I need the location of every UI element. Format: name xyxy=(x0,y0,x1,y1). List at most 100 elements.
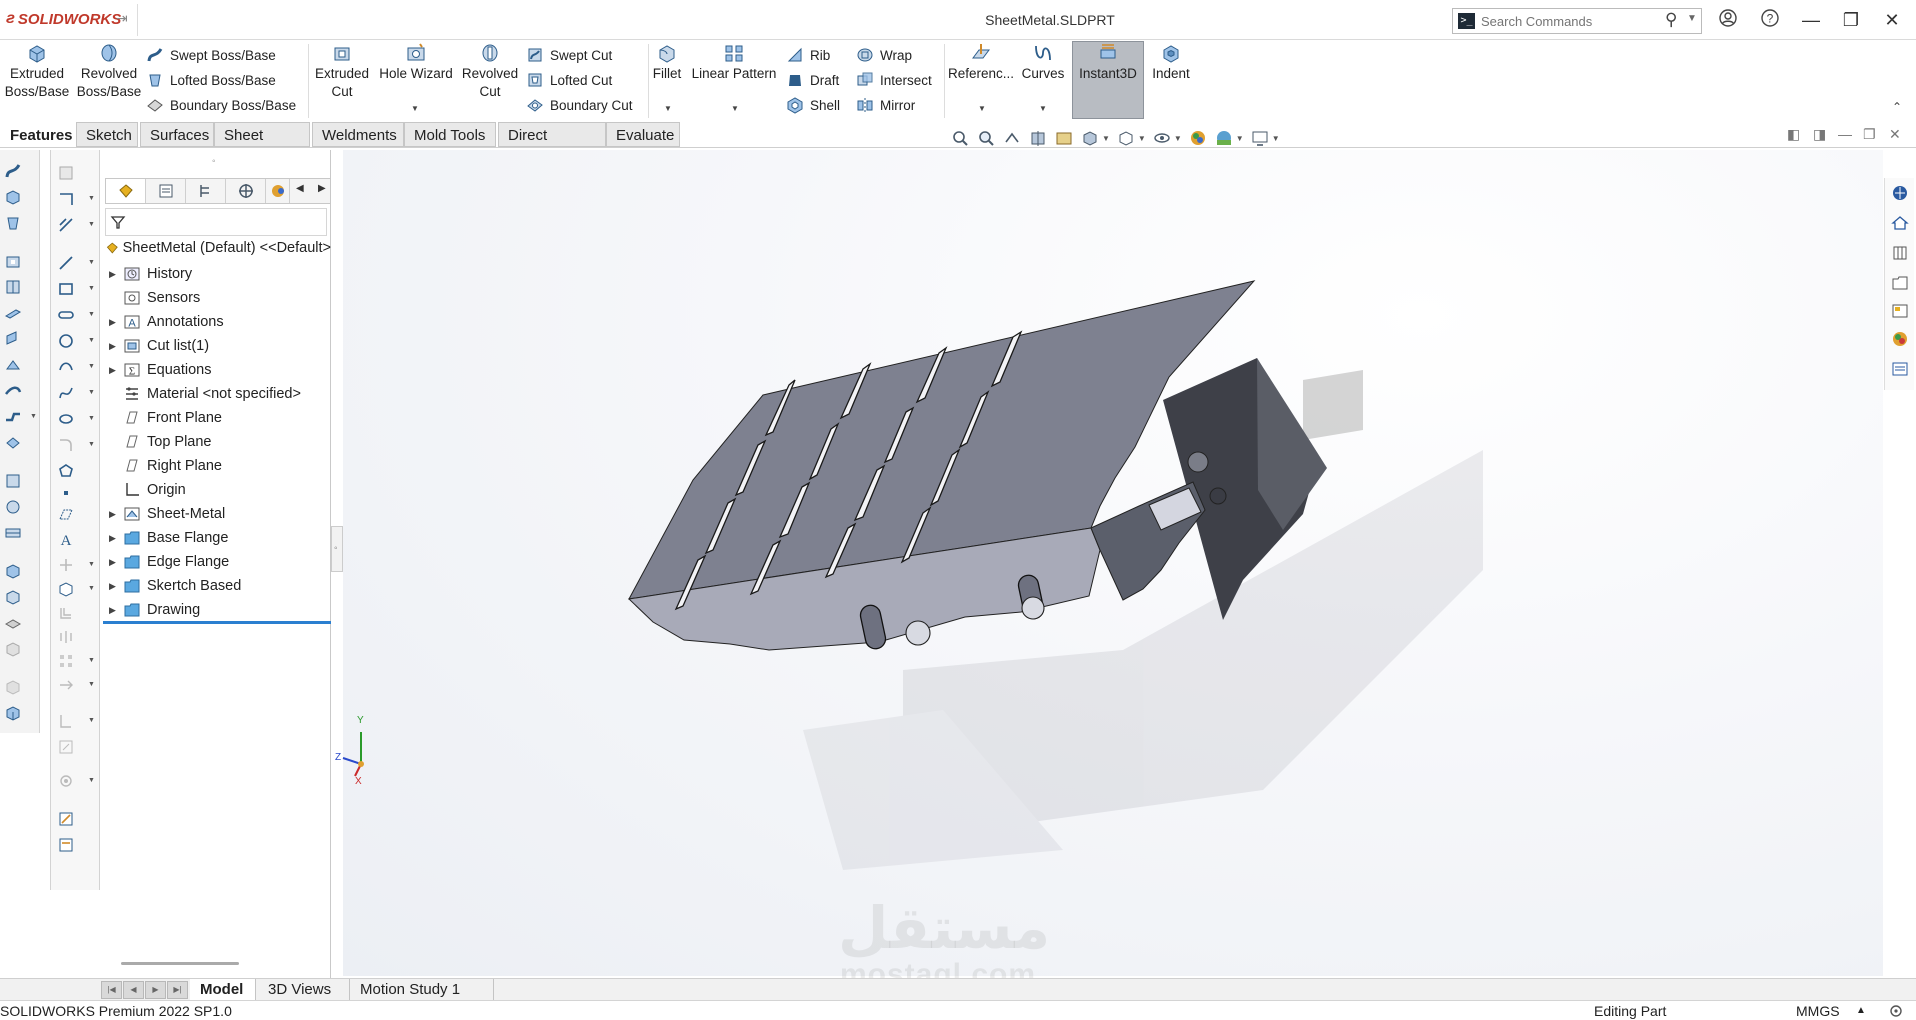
mirror-button[interactable]: Mirror xyxy=(856,93,915,117)
tree-item-material[interactable]: Material <not specified> xyxy=(109,383,301,405)
tab-motion-study-1[interactable]: Motion Study 1 xyxy=(350,979,494,1001)
restore-window-button[interactable]: ❐ xyxy=(1838,8,1864,32)
chevron-down-icon[interactable]: ▼ xyxy=(1272,134,1280,143)
point-icon[interactable] xyxy=(57,484,75,502)
boundary-boss-base-button[interactable]: Boundary Boss/Base xyxy=(146,93,296,117)
tile-right-icon[interactable]: ◨ xyxy=(1813,126,1826,143)
search-input[interactable] xyxy=(1481,12,1651,30)
linear-pattern-button[interactable]: Linear Pattern xyxy=(690,42,778,83)
chevron-down-icon[interactable]: ▼ xyxy=(88,777,95,784)
display-style-icon[interactable] xyxy=(1116,128,1136,148)
tab-mold-tools[interactable]: Mold Tools xyxy=(404,122,496,147)
sheet-metal-model[interactable] xyxy=(343,150,1883,976)
rectangle-icon[interactable] xyxy=(57,280,75,298)
tab-displaymanager[interactable] xyxy=(266,179,290,203)
extruded-cut-icon[interactable] xyxy=(4,252,22,270)
revolved-cut-icon[interactable] xyxy=(4,278,22,296)
tab-weldments[interactable]: Weldments xyxy=(312,122,404,147)
revolved-cut-button[interactable]: Revolved Cut xyxy=(460,42,520,101)
tree-item-sketch-based[interactable]: ▶ Skertch Based xyxy=(109,575,241,597)
chevron-down-icon[interactable]: ▼ xyxy=(88,311,95,318)
chevron-down-icon[interactable]: ▼ xyxy=(88,657,95,664)
reference-geometry-button[interactable]: Referenc... xyxy=(948,42,1014,83)
instant3d-button[interactable]: Instant3D xyxy=(1073,42,1143,83)
chevron-down-icon[interactable]: ▼ xyxy=(1174,134,1182,143)
chevron-down-icon[interactable]: ▼ xyxy=(1687,13,1697,24)
expand-arrow-icon[interactable]: ▶ xyxy=(109,269,123,280)
tab-direct-editing[interactable]: Direct Editing xyxy=(498,122,606,169)
chevron-down-icon[interactable]: ▼ xyxy=(88,195,95,202)
tree-item-equations[interactable]: ▶ Σ Equations xyxy=(109,359,212,381)
wrap-button[interactable]: Wrap xyxy=(856,43,912,67)
tab-model[interactable]: Model xyxy=(190,979,256,1001)
expand-arrow-icon[interactable]: ▶ xyxy=(109,317,123,328)
chevron-down-icon[interactable]: ▼ xyxy=(88,441,95,448)
chevron-down-icon[interactable]: ▼ xyxy=(88,585,95,592)
shell-button[interactable]: Shell xyxy=(786,93,840,117)
move-entities-icon[interactable] xyxy=(57,676,75,694)
curves-dropdown[interactable]: ▼ xyxy=(1039,104,1047,113)
insert-bends-icon[interactable] xyxy=(4,614,22,632)
close-window-button[interactable]: ✕ xyxy=(1879,8,1905,32)
plane-icon[interactable] xyxy=(57,506,75,524)
expand-arrow-icon[interactable]: ▶ xyxy=(109,365,123,376)
help-icon[interactable]: ? xyxy=(1757,8,1783,32)
tree-item-top-plane[interactable]: Top Plane xyxy=(109,431,212,453)
quick-snaps-icon[interactable] xyxy=(57,772,75,790)
edit-appearance-icon[interactable] xyxy=(1188,128,1208,148)
hole-wizard-button[interactable]: Hole Wizard xyxy=(376,42,456,83)
scroll-tabs-left-icon[interactable]: ◀ xyxy=(296,183,304,194)
home-icon[interactable] xyxy=(1891,214,1909,232)
tree-item-origin[interactable]: Origin xyxy=(109,479,186,501)
fillet-button[interactable]: Fillet xyxy=(652,42,682,83)
tree-item-sheet-metal[interactable]: ▶ Sheet-Metal xyxy=(109,503,225,525)
apply-scene-icon[interactable] xyxy=(1214,128,1234,148)
tab-features[interactable]: Features xyxy=(0,122,74,147)
revolved-boss-base-button[interactable]: Revolved Boss/Base xyxy=(76,42,142,101)
chevron-down-icon[interactable]: ▼ xyxy=(88,681,95,688)
lofted-boss-icon[interactable] xyxy=(4,214,22,232)
tree-item-annotations[interactable]: ▶ A Annotations xyxy=(109,311,224,333)
display-relations-icon[interactable] xyxy=(57,712,75,730)
ellipse-icon[interactable] xyxy=(57,410,75,428)
tab-evaluate[interactable]: Evaluate xyxy=(606,122,680,147)
fold-icon[interactable] xyxy=(4,498,22,516)
appearances-icon[interactable] xyxy=(1891,330,1909,348)
search-commands-box[interactable]: >_ ⚲ ▼ xyxy=(1452,8,1702,34)
miter-flange-icon[interactable] xyxy=(4,356,22,374)
collapse-ribbon-icon[interactable]: ⌃ xyxy=(1892,100,1902,114)
reference-dropdown[interactable]: ▼ xyxy=(978,104,986,113)
tree-item-edge-flange[interactable]: ▶ Edge Flange xyxy=(109,551,229,573)
chevron-down-icon[interactable]: ▼ xyxy=(88,221,95,228)
expand-arrow-icon[interactable]: ▶ xyxy=(109,341,123,352)
closed-corner-icon[interactable] xyxy=(4,640,22,658)
unit-system[interactable]: MMGS xyxy=(1796,1003,1840,1019)
lofted-cut-button[interactable]: Lofted Cut xyxy=(526,68,612,92)
sketch-fillet-icon[interactable] xyxy=(57,436,75,454)
tree-root-part[interactable]: SheetMetal (Default) <<Default> xyxy=(105,239,331,257)
view-palette-icon[interactable] xyxy=(1891,302,1909,320)
panel-grip-icon[interactable]: ◦ xyxy=(212,156,216,167)
extruded-boss-base-button[interactable]: Extruded Boss/Base xyxy=(5,42,69,101)
rib-button[interactable]: Rib xyxy=(786,43,830,67)
tree-item-cut-list[interactable]: ▶ Cut list(1) xyxy=(109,335,209,357)
extruded-cut-button[interactable]: Extruded Cut xyxy=(312,42,372,101)
search-icon[interactable]: ⚲ xyxy=(1665,10,1677,30)
pin-icon[interactable]: ⇥ xyxy=(116,10,128,27)
tree-item-base-flange[interactable]: ▶ Base Flange xyxy=(109,527,228,549)
lofted-boss-base-button[interactable]: Lofted Boss/Base xyxy=(146,68,276,92)
chevron-down-icon[interactable]: ▼ xyxy=(30,413,37,420)
unfold-icon[interactable] xyxy=(4,472,22,490)
hide-show-items-icon[interactable] xyxy=(1152,128,1172,148)
instant2d-icon[interactable] xyxy=(57,836,75,854)
horizontal-scrollbar[interactable] xyxy=(121,962,239,965)
custom-properties-icon[interactable] xyxy=(1891,360,1909,378)
chevron-up-icon[interactable]: ▲ xyxy=(1856,1005,1866,1016)
trim-entities-icon[interactable] xyxy=(57,556,75,574)
graphics-area[interactable]: Y Z X xyxy=(335,150,1883,976)
rollback-bar[interactable] xyxy=(103,621,331,624)
expand-arrow-icon[interactable]: ▶ xyxy=(109,557,123,568)
user-account-icon[interactable] xyxy=(1715,8,1741,32)
tab-propertymanager[interactable] xyxy=(146,179,186,203)
previous-view-icon[interactable] xyxy=(1002,128,1022,148)
